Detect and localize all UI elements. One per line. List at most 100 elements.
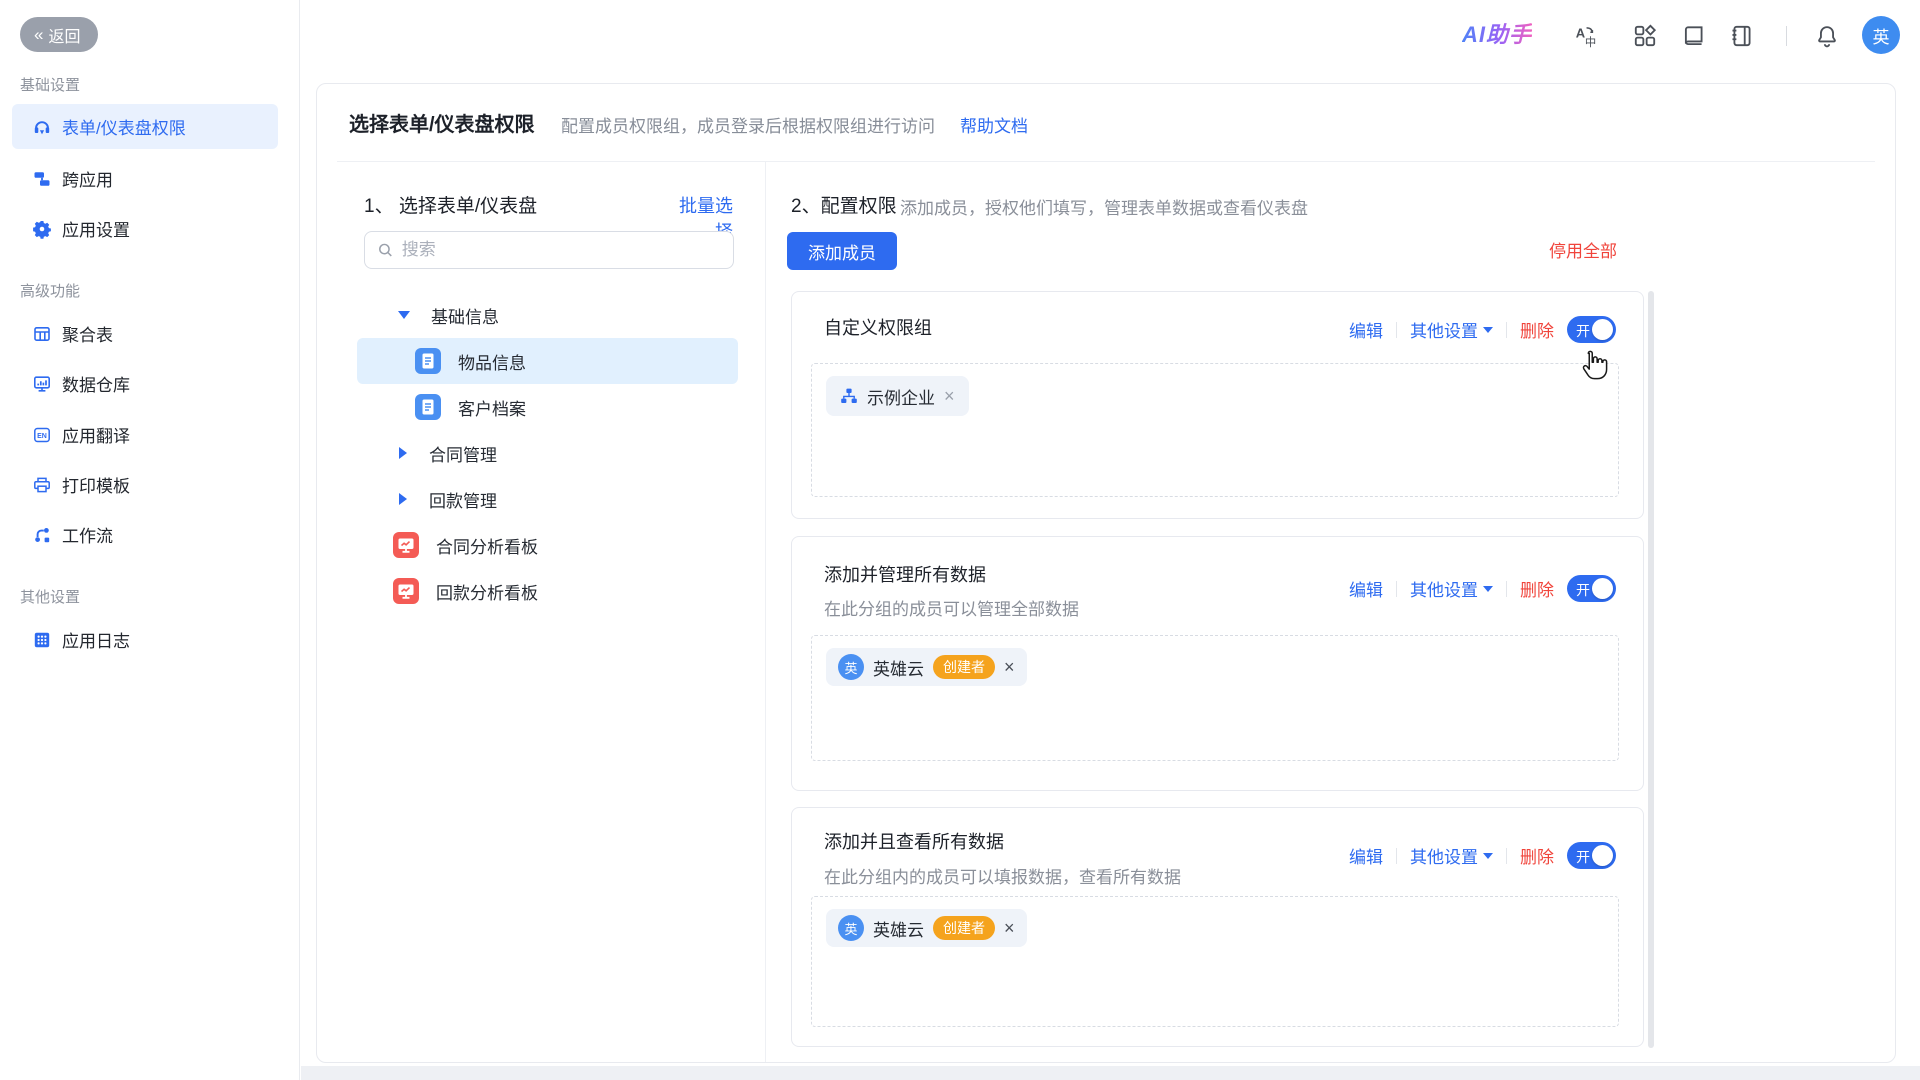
more-settings-dropdown[interactable]: 其他设置 [1410,843,1493,868]
content-card: 选择表单/仪表盘权限 配置成员权限组，成员登录后根据权限组进行访问 帮助文档 1… [316,83,1896,1063]
sidebar-section-basic-settings: 基础设置 [20,74,80,95]
sidebar-item-cross-app[interactable]: 跨应用 [12,156,278,201]
group-subtitle: 在此分组的成员可以管理全部数据 [824,595,1079,620]
sidebar-item-label: 应用设置 [62,216,130,241]
member-drop-area[interactable]: 英 英雄云 创建者 × [811,635,1619,761]
tree-folder-payment-mgmt[interactable]: 回款管理 [357,476,738,522]
more-settings-label: 其他设置 [1410,843,1478,868]
sidebar-item-label: 数据仓库 [62,371,130,396]
sidebar-item-app-settings[interactable]: 应用设置 [12,206,278,251]
sidebar-item-label: 表单/仪表盘权限 [62,114,186,139]
edit-link[interactable]: 编辑 [1349,576,1383,601]
remove-member-icon[interactable]: × [944,387,955,405]
action-separator [1396,848,1397,864]
book-icon[interactable] [1681,23,1707,49]
member-name: 英雄云 [873,916,924,941]
sidebar-item-app-log[interactable]: 应用日志 [12,617,278,662]
toggle-on-label: 开 [1576,847,1590,867]
user-avatar[interactable]: 英 [1862,16,1900,54]
delete-link[interactable]: 删除 [1520,317,1554,342]
action-separator [1396,322,1397,338]
more-settings-dropdown[interactable]: 其他设置 [1410,576,1493,601]
edit-link[interactable]: 编辑 [1349,317,1383,342]
group-actions: 编辑 其他设置 删除 开 [1349,575,1616,602]
tree-folder-basic-info[interactable]: 基础信息 [357,292,738,338]
tree-dashboard-payment-analysis[interactable]: 回款分析看板 [357,568,738,614]
remove-member-icon[interactable]: × [1004,658,1015,676]
disable-all-link[interactable]: 停用全部 [1549,237,1617,262]
sidebar-item-label: 聚合表 [62,321,113,346]
apps-grid-icon[interactable] [1632,23,1658,49]
member-chip: 英 英雄云 创建者 × [826,909,1027,947]
remove-member-icon[interactable]: × [1004,919,1015,937]
action-separator [1506,322,1507,338]
page-title: 选择表单/仪表盘权限 [349,108,535,137]
delete-link[interactable]: 删除 [1520,843,1554,868]
step2-subtitle: 添加成员，授权他们填写，管理表单数据或查看仪表盘 [900,194,1308,219]
permission-group-card: 自定义权限组 编辑 其他设置 删除 开 [791,291,1644,519]
enable-toggle[interactable]: 开 [1567,842,1616,869]
sidebar-item-label: 工作流 [62,522,113,547]
sidebar-item-print-template[interactable]: 打印模板 [12,462,278,507]
chevron-right-icon[interactable] [399,447,407,459]
app-log-grid-icon [32,630,52,650]
journal-icon[interactable] [1729,23,1755,49]
sidebar-section-other: 其他设置 [20,586,80,607]
tree-form-item-customer-files[interactable]: 客户档案 [357,384,738,430]
translate-en-icon: EN [32,425,52,445]
chevron-down-icon [1483,853,1493,859]
member-avatar: 英 [838,915,864,941]
edit-link[interactable]: 编辑 [1349,843,1383,868]
aggregate-table-icon [32,324,52,344]
toggle-on-label: 开 [1576,321,1590,341]
tree-form-label: 客户档案 [458,395,526,420]
tree-dashboard-contract-analysis[interactable]: 合同分析看板 [357,522,738,568]
sidebar-item-aggregate-table[interactable]: 聚合表 [12,311,278,356]
panel-divider [765,162,766,1062]
tree-search-box [364,231,734,269]
toggle-knob [1592,845,1613,866]
more-settings-dropdown[interactable]: 其他设置 [1410,317,1493,342]
ai-assistant-button[interactable]: AI助手 [1462,17,1532,49]
add-member-button[interactable]: 添加成员 [787,232,897,270]
tree-dashboard-label: 回款分析看板 [436,579,538,604]
cross-app-icon [32,169,52,189]
search-input[interactable] [402,240,721,260]
dashboard-icon [393,532,419,558]
tree-dashboard-label: 合同分析看板 [436,533,538,558]
more-settings-label: 其他设置 [1410,576,1478,601]
back-chevrons-icon: « [34,26,41,43]
member-name: 英雄云 [873,655,924,680]
action-separator [1396,581,1397,597]
tree-folder-contract-mgmt[interactable]: 合同管理 [357,430,738,476]
group-title: 自定义权限组 [824,314,932,340]
action-separator [1506,848,1507,864]
sidebar-item-label: 应用日志 [62,627,130,652]
sidebar-item-form-dashboard-permission[interactable]: 表单/仪表盘权限 [12,104,278,149]
sidebar: « 返回 基础设置 表单/仪表盘权限 跨应用 应用设置 高级功能 [0,0,300,1080]
member-drop-area[interactable]: 英 英雄云 创建者 × [811,896,1619,1027]
printer-icon [32,475,52,495]
svg-text:EN: EN [37,432,47,439]
sidebar-item-data-warehouse[interactable]: 数据仓库 [12,361,278,406]
sidebar-item-workflow[interactable]: 工作流 [12,512,278,557]
tree-form-label: 物品信息 [458,349,526,374]
creator-badge: 创建者 [933,916,995,940]
help-doc-link[interactable]: 帮助文档 [960,112,1028,137]
sidebar-item-app-translate[interactable]: EN 应用翻译 [12,412,278,457]
back-button[interactable]: « 返回 [20,17,98,52]
enable-toggle[interactable]: 开 [1567,575,1616,602]
translate-icon[interactable]: A 中 [1573,23,1599,49]
org-chart-icon [840,387,858,405]
chevron-down-icon [1483,586,1493,592]
enable-toggle[interactable]: 开 [1567,316,1616,343]
tree-form-item-goods-info[interactable]: 物品信息 [357,338,738,384]
vertical-scrollbar[interactable] [1648,291,1654,1048]
search-icon [377,241,394,259]
chevron-right-icon[interactable] [399,493,407,505]
bell-icon[interactable] [1814,23,1840,49]
chevron-down-icon[interactable] [398,311,410,319]
member-drop-area[interactable]: 示例企业 × [811,363,1619,497]
member-chip: 英 英雄云 创建者 × [826,648,1027,686]
delete-link[interactable]: 删除 [1520,576,1554,601]
